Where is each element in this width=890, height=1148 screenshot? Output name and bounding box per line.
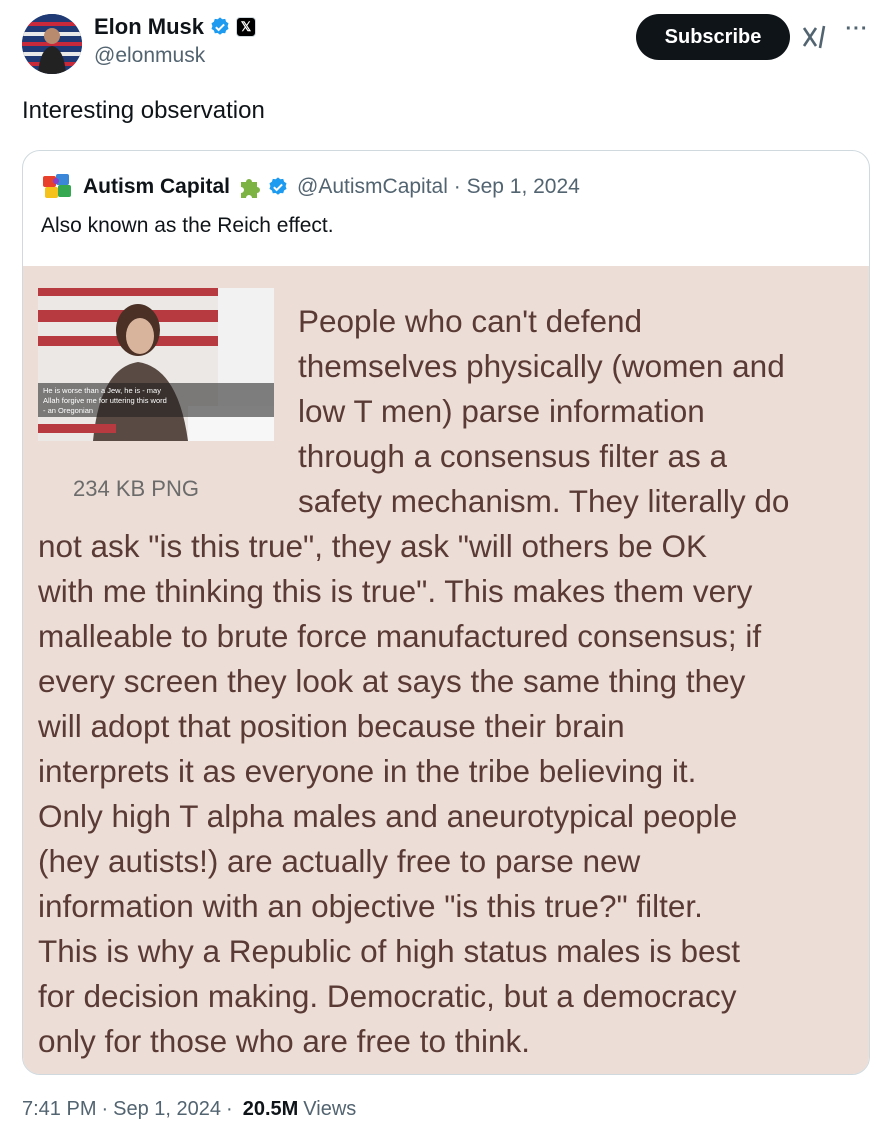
quote-header: Autism Capital @AutismCapital · Sep 1, 2…: [41, 173, 580, 201]
verified-badge-icon: [211, 17, 229, 35]
image-text-line: through a consensus filter as a: [298, 438, 728, 474]
image-text-line: (hey autists!) are actually free to pars…: [38, 843, 641, 879]
image-text-line: People who can't defend: [298, 303, 643, 339]
author-name[interactable]: Elon Musk: [94, 14, 204, 40]
author-name-row: Elon Musk 𝕏: [94, 14, 257, 40]
author-handle[interactable]: @elonmusk: [94, 44, 205, 68]
views-label: Views: [303, 1098, 357, 1120]
tweet-header: Elon Musk 𝕏 @elonmusk Subscribe ···: [22, 14, 872, 74]
thumbnail-caption-line-3: - an Oregonian: [43, 406, 93, 415]
thumbnail-caption-line-2: Allah forgive me for uttering this word: [43, 396, 167, 405]
quote-tweet-card[interactable]: Autism Capital @AutismCapital · Sep 1, 2…: [22, 150, 870, 1075]
image-text-line: Only high T alpha males and aneurotypica…: [38, 798, 738, 834]
image-text-line: information with an objective "is this t…: [38, 888, 703, 924]
quote-meta: @AutismCapital · Sep 1, 2024: [297, 175, 580, 198]
tweet-text: Interesting observation: [22, 97, 265, 124]
image-text-line: safety mechanism. They literally do: [298, 483, 790, 519]
image-text-line: only for those who are free to think.: [38, 1023, 531, 1059]
image-text-line: every screen they look at says the same …: [38, 663, 746, 699]
embedded-photo-thumbnail: He is worse than a Jew, he is - may Alla…: [38, 288, 274, 441]
tweet-footer: 7:41 PM · Sep 1, 2024 · 20.5M Views: [22, 1098, 356, 1121]
quote-image[interactable]: He is worse than a Jew, he is - may Alla…: [23, 266, 869, 1074]
separator: ·: [101, 1098, 109, 1120]
image-file-size: 234 KB PNG: [73, 476, 199, 501]
quote-handle[interactable]: @AutismCapital: [297, 175, 448, 198]
quote-text: Also known as the Reich effect.: [41, 214, 334, 237]
avatar[interactable]: [22, 14, 82, 74]
puzzle-icon: [241, 179, 261, 198]
thumbnail-caption-line-1: He is worse than a Jew, he is - may: [43, 386, 161, 395]
image-text-line: for decision making. Democratic, but a d…: [38, 978, 737, 1014]
image-text-line: interprets it as everyone in the tribe b…: [38, 753, 697, 789]
image-text-line: malleable to brute force manufactured co…: [38, 618, 762, 654]
verified-badge-icon: [269, 177, 287, 195]
subscribe-button[interactable]: Subscribe: [636, 14, 790, 60]
more-icon[interactable]: ···: [842, 18, 872, 48]
image-text-line: themselves physically (women and: [298, 348, 785, 384]
quote-author-name[interactable]: Autism Capital: [83, 175, 230, 199]
image-text-line: will adopt that position because their b…: [38, 708, 625, 744]
tweet-time[interactable]: 7:41 PM: [22, 1098, 96, 1121]
image-text-line: This is why a Republic of high status ma…: [38, 933, 741, 969]
separator: ·: [226, 1098, 233, 1120]
image-text-line: low T men) parse information: [298, 393, 705, 429]
image-text-line: with me thinking this is true". This mak…: [38, 573, 753, 609]
x-logo-icon: 𝕏: [236, 17, 257, 37]
tweet-date[interactable]: Sep 1, 2024: [113, 1098, 221, 1121]
grok-icon[interactable]: [800, 22, 830, 52]
image-text-line: not ask "is this true", they ask "will o…: [38, 528, 708, 564]
views-count: 20.5M: [242, 1098, 299, 1120]
quote-date[interactable]: Sep 1, 2024: [467, 175, 580, 198]
autism-capital-logo-icon: [43, 174, 71, 198]
